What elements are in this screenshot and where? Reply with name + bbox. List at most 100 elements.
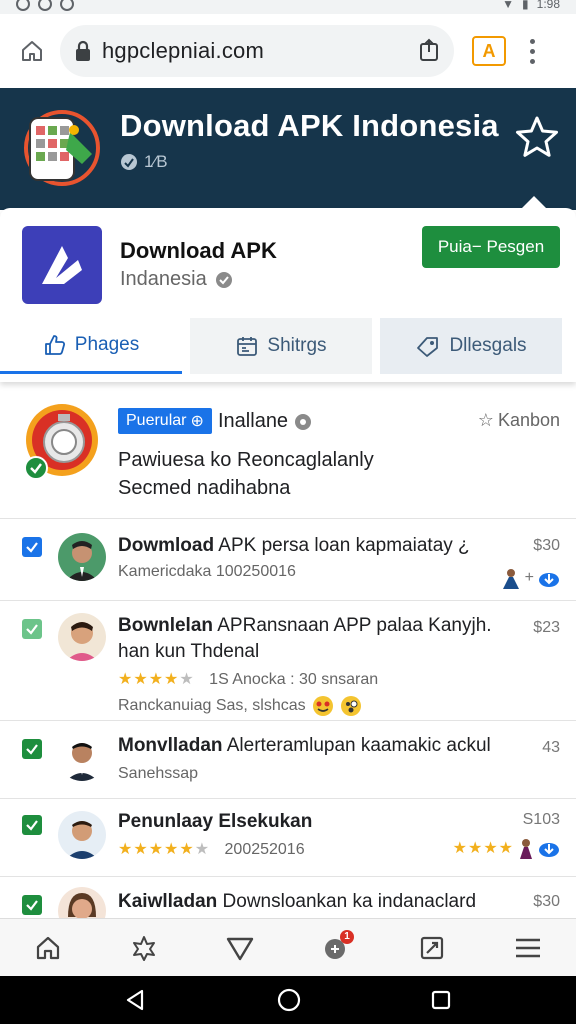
download-count-icon bbox=[121, 154, 137, 170]
banner-subtitle: 1⁄B bbox=[120, 152, 168, 172]
list-item[interactable]: Penunlaay Elsekukan ★★★★★★ 200252016 S10… bbox=[0, 798, 576, 876]
app-name: Download APK bbox=[120, 238, 277, 263]
featured-badge-text: Puerular bbox=[126, 412, 187, 429]
list-item-subtitle: Sanehssap bbox=[118, 765, 199, 782]
banner-subtitle-text: 1⁄B bbox=[144, 152, 168, 171]
status-bar: ▼ ▮ 1:98 bbox=[0, 0, 576, 14]
app-tabs: Phages Shitrgs Dllesgals bbox=[0, 318, 576, 382]
list-item[interactable]: Kaiwlladan Downsloankan ka indanaclard $… bbox=[0, 876, 576, 918]
list-item-rating: ★★★★★ 1S Anocka : 30 snsaran bbox=[118, 669, 378, 689]
calendar-icon bbox=[237, 337, 258, 356]
list-item-price: S103 bbox=[522, 811, 560, 828]
user-icon bbox=[520, 839, 532, 859]
checkbox[interactable] bbox=[22, 815, 42, 835]
rating-stars: ★★★★★ bbox=[118, 671, 195, 688]
avatar bbox=[58, 733, 106, 781]
site-banner: Download APK Indonesia 1⁄B bbox=[0, 88, 576, 210]
rating-stars: ★★★★ bbox=[452, 840, 514, 857]
checkbox[interactable] bbox=[22, 895, 42, 915]
avatar bbox=[58, 533, 106, 581]
nav-home-icon[interactable] bbox=[26, 926, 70, 970]
status-time: 1:98 bbox=[536, 0, 560, 11]
app-card: Download APK Indanesia Puia− Pesgen Phag… bbox=[0, 196, 576, 382]
favorite-star-icon[interactable] bbox=[514, 114, 560, 160]
shield-icon: ⊕ bbox=[190, 413, 204, 430]
address-bar[interactable]: hgpclepniai.com bbox=[60, 25, 454, 77]
browser-toolbar: hgpclepniai.com A bbox=[0, 14, 576, 88]
list-item-subtitle: Ranckanuiag Sas, slshcas bbox=[118, 695, 362, 717]
status-icons-left bbox=[16, 0, 74, 11]
tab-dllesgals-label: Dllesgals bbox=[449, 335, 527, 356]
rating-text: 200252016 bbox=[224, 841, 305, 858]
list-item-subtitle: Kamericdaka 100250016 bbox=[118, 563, 296, 580]
featured-description: Pawiuesa ko Reoncaglalanly Secmed nadiha… bbox=[118, 449, 374, 499]
emoji-icon bbox=[312, 696, 333, 716]
verified-icon bbox=[215, 271, 232, 288]
checkbox[interactable] bbox=[22, 619, 42, 639]
tab-shitrgs[interactable]: Shitrgs bbox=[190, 318, 372, 374]
featured-badge: Puerular ⊕ bbox=[118, 408, 212, 434]
featured-rank-text: Kanbon bbox=[497, 410, 560, 430]
home-icon[interactable] bbox=[14, 33, 50, 69]
bottom-navigation: 1 bbox=[0, 918, 576, 976]
list-item[interactable]: Monvlladan Alerteramlupan kaamakic ackul… bbox=[0, 720, 576, 798]
back-icon[interactable] bbox=[124, 988, 148, 1012]
share-icon[interactable] bbox=[418, 38, 440, 64]
recents-icon[interactable] bbox=[430, 989, 452, 1011]
app-developer[interactable]: Indanesia bbox=[120, 268, 233, 291]
checkbox[interactable] bbox=[22, 537, 42, 557]
home-circle-icon[interactable] bbox=[276, 987, 302, 1013]
checkbox[interactable] bbox=[22, 739, 42, 759]
tab-phages[interactable]: Phages bbox=[0, 318, 182, 374]
list-item-title: Kaiwlladan Downsloankan ka indanaclard bbox=[118, 891, 477, 912]
list-item-price: 43 bbox=[542, 739, 560, 756]
rating-text: 1S Anocka : 30 snsaran bbox=[209, 671, 379, 688]
tab-switcher-button[interactable]: A bbox=[472, 36, 506, 66]
nav-menu-icon[interactable] bbox=[506, 926, 550, 970]
list-item-price: $30 bbox=[533, 537, 560, 554]
user-icon bbox=[502, 569, 519, 589]
plus-icon: + bbox=[524, 569, 534, 586]
featured-name: Inallane bbox=[218, 410, 312, 433]
featured-item[interactable]: Puerular ⊕ Inallane ☆ Kanbon Pawiuesa ko… bbox=[0, 388, 576, 518]
system-navigation-bar bbox=[0, 976, 576, 1024]
list-item[interactable]: Bownlelan APRansnaan APP palaa Kanyjh. h… bbox=[0, 600, 576, 720]
app-list: Dowmload APK persa loan kapmaiatay ¿ Kam… bbox=[0, 518, 576, 918]
thumbs-up-icon bbox=[44, 334, 65, 355]
list-item[interactable]: Dowmload APK persa loan kapmaiatay ¿ Kam… bbox=[0, 518, 576, 600]
overflow-menu-icon[interactable] bbox=[528, 38, 536, 64]
list-item-title: Monvlladan Alerteramlupan kaamakic ackul bbox=[118, 735, 491, 756]
emoji-icon bbox=[340, 696, 361, 716]
lock-icon bbox=[76, 40, 90, 61]
list-item-title: Bownlelan APRansnaan APP palaa Kanyjh. h… bbox=[118, 615, 492, 662]
banner-title: Download APK Indonesia bbox=[120, 108, 499, 143]
nav-apps-icon[interactable] bbox=[122, 926, 166, 970]
list-item-title: Penunlaay Elsekukan bbox=[118, 811, 313, 832]
app-icon bbox=[22, 226, 102, 304]
list-item-actions: ★★★★ bbox=[453, 837, 560, 859]
featured-app-icon bbox=[24, 404, 98, 480]
install-button[interactable]: Puia− Pesgen bbox=[422, 226, 560, 268]
avatar bbox=[58, 887, 106, 918]
download-badge-icon[interactable] bbox=[538, 568, 560, 588]
tab-phages-label: Phages bbox=[74, 333, 140, 355]
notification-badge: 1 bbox=[340, 929, 354, 944]
list-item-price: $23 bbox=[533, 619, 560, 636]
status-icons-right: ▼ ▮ 1:98 bbox=[502, 0, 560, 11]
tab-dllesgals[interactable]: Dllesgals bbox=[380, 318, 562, 374]
battery-icon: ▮ bbox=[522, 0, 529, 11]
avatar bbox=[58, 811, 106, 859]
wifi-icon: ▼ bbox=[502, 0, 515, 11]
developer-name: Indanesia bbox=[120, 268, 207, 290]
url-text: hgpclepniai.com bbox=[102, 38, 264, 63]
site-logo-icon bbox=[24, 110, 100, 186]
nav-edit-icon[interactable] bbox=[410, 926, 454, 970]
list-item-actions: + bbox=[501, 567, 560, 589]
list-item-rating: ★★★★★★ 200252016 bbox=[118, 839, 305, 859]
tab-shitrgs-label: Shitrgs bbox=[267, 335, 327, 356]
list-item-subtitle-text: Ranckanuiag Sas, slshcas bbox=[118, 697, 306, 714]
nav-notifications-icon[interactable]: 1 bbox=[314, 926, 358, 970]
list-item-price: $30 bbox=[533, 893, 560, 910]
nav-down-icon[interactable] bbox=[218, 926, 262, 970]
download-badge-icon[interactable] bbox=[538, 838, 560, 858]
